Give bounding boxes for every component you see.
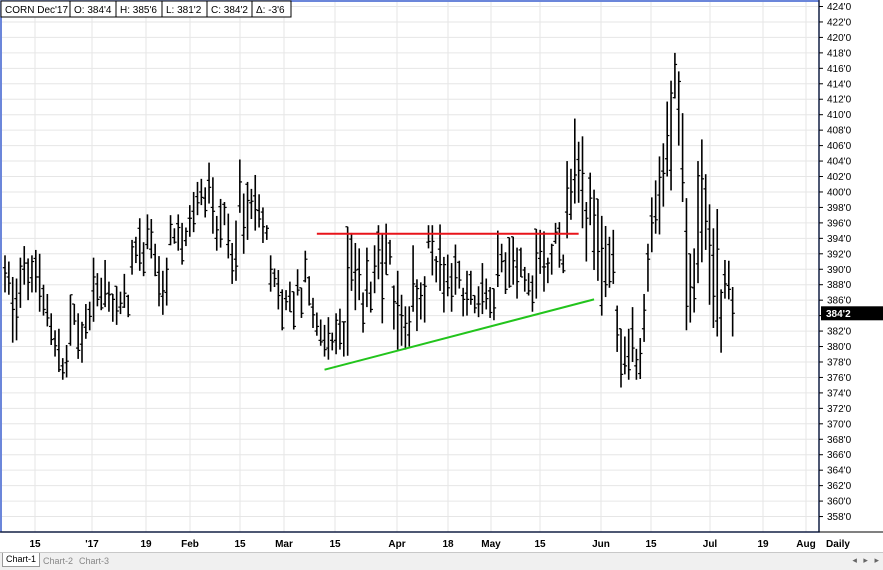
scroll-left-icon[interactable]: ◂ bbox=[852, 555, 857, 565]
y-tick-label: 380'0 bbox=[827, 342, 852, 353]
y-tick-label: 362'0 bbox=[827, 481, 852, 492]
chart-tab-bar: Chart-1 Chart-2 Chart-3 ◂ ▸ ▸ bbox=[0, 552, 883, 570]
scroll-right-icon[interactable]: ▸ bbox=[863, 555, 868, 565]
y-tick-label: 358'0 bbox=[827, 512, 852, 523]
y-tick-label: 424'0 bbox=[827, 2, 852, 13]
x-tick-label: 15 bbox=[234, 539, 246, 550]
y-tick-label: 388'0 bbox=[827, 280, 852, 291]
y-tick-label: 360'0 bbox=[827, 497, 852, 508]
tab-navigation: ◂ ▸ ▸ bbox=[848, 555, 879, 566]
y-tick-label: 382'0 bbox=[827, 327, 852, 338]
last-price-badge: 384'2 bbox=[821, 306, 883, 321]
y-tick-label: 406'0 bbox=[827, 141, 852, 152]
y-tick-label: 366'0 bbox=[827, 450, 852, 461]
y-tick-label: 422'0 bbox=[827, 17, 852, 28]
y-tick-label: 372'0 bbox=[827, 404, 852, 415]
y-tick-label: 404'0 bbox=[827, 157, 852, 168]
y-tick-label: 396'0 bbox=[827, 218, 852, 229]
y-tick-label: 394'0 bbox=[827, 234, 852, 245]
y-tick-label: 414'0 bbox=[827, 79, 852, 90]
y-tick-label: 390'0 bbox=[827, 265, 852, 276]
x-tick-label: Mar bbox=[275, 539, 293, 550]
y-tick-label: 376'0 bbox=[827, 373, 852, 384]
period-label: Daily bbox=[826, 539, 850, 550]
x-tick-label: 15 bbox=[329, 539, 341, 550]
y-tick-label: 418'0 bbox=[827, 48, 852, 59]
x-tick-label: Jun bbox=[592, 539, 610, 550]
header-change: Δ: -3'6 bbox=[256, 5, 285, 16]
y-tick-label: 410'0 bbox=[827, 110, 852, 121]
header-close: C: 384'2 bbox=[211, 5, 248, 16]
tab-chart-3[interactable]: Chart-3 bbox=[76, 555, 112, 568]
header-open: O: 384'4 bbox=[74, 5, 112, 16]
last-price-label: 384'2 bbox=[826, 309, 851, 320]
tab-chart-2[interactable]: Chart-2 bbox=[40, 555, 76, 568]
x-tick-label: Feb bbox=[181, 539, 199, 550]
tab-chart-1[interactable]: Chart-1 bbox=[2, 553, 41, 567]
x-tick-label: 15 bbox=[645, 539, 657, 550]
scroll-end-icon[interactable]: ▸ bbox=[874, 555, 879, 565]
x-tick-label: 18 bbox=[442, 539, 454, 550]
x-tick-label: '17 bbox=[85, 539, 99, 550]
x-tick-label: Jul bbox=[703, 539, 718, 550]
y-tick-label: 402'0 bbox=[827, 172, 852, 183]
y-tick-label: 392'0 bbox=[827, 249, 852, 260]
header-high: H: 385'6 bbox=[120, 5, 157, 16]
y-tick-label: 416'0 bbox=[827, 64, 852, 75]
x-tick-label: 15 bbox=[29, 539, 41, 550]
y-tick-label: 408'0 bbox=[827, 126, 852, 137]
x-tick-label: 19 bbox=[757, 539, 769, 550]
x-tick-label: Apr bbox=[388, 539, 405, 550]
chart-window: 424'0 422'0 420'0 418'0 416'0 414'0 412'0 410'0… bbox=[0, 0, 883, 570]
y-tick-label: 400'0 bbox=[827, 187, 852, 198]
x-tick-label: Aug bbox=[796, 539, 815, 550]
header-symbol: CORN Dec'17 bbox=[5, 5, 68, 16]
price-chart[interactable]: 424'0 422'0 420'0 418'0 416'0 414'0 412'0 410'0… bbox=[0, 0, 883, 552]
x-tick-label: May bbox=[481, 539, 501, 550]
ohlc-header: CORN Dec'17 O: 384'4 H: 385'6 L: 381'2 C… bbox=[0, 0, 292, 18]
y-tick-label: 374'0 bbox=[827, 388, 852, 399]
y-tick-label: 368'0 bbox=[827, 435, 852, 446]
header-low: L: 381'2 bbox=[166, 5, 202, 16]
x-tick-label: 19 bbox=[140, 539, 152, 550]
y-tick-label: 386'0 bbox=[827, 296, 852, 307]
y-tick-label: 412'0 bbox=[827, 95, 852, 106]
x-tick-label: 15 bbox=[534, 539, 546, 550]
y-tick-label: 420'0 bbox=[827, 33, 852, 44]
y-tick-label: 370'0 bbox=[827, 419, 852, 430]
y-tick-label: 398'0 bbox=[827, 203, 852, 214]
y-tick-label: 378'0 bbox=[827, 357, 852, 368]
y-tick-label: 364'0 bbox=[827, 466, 852, 477]
